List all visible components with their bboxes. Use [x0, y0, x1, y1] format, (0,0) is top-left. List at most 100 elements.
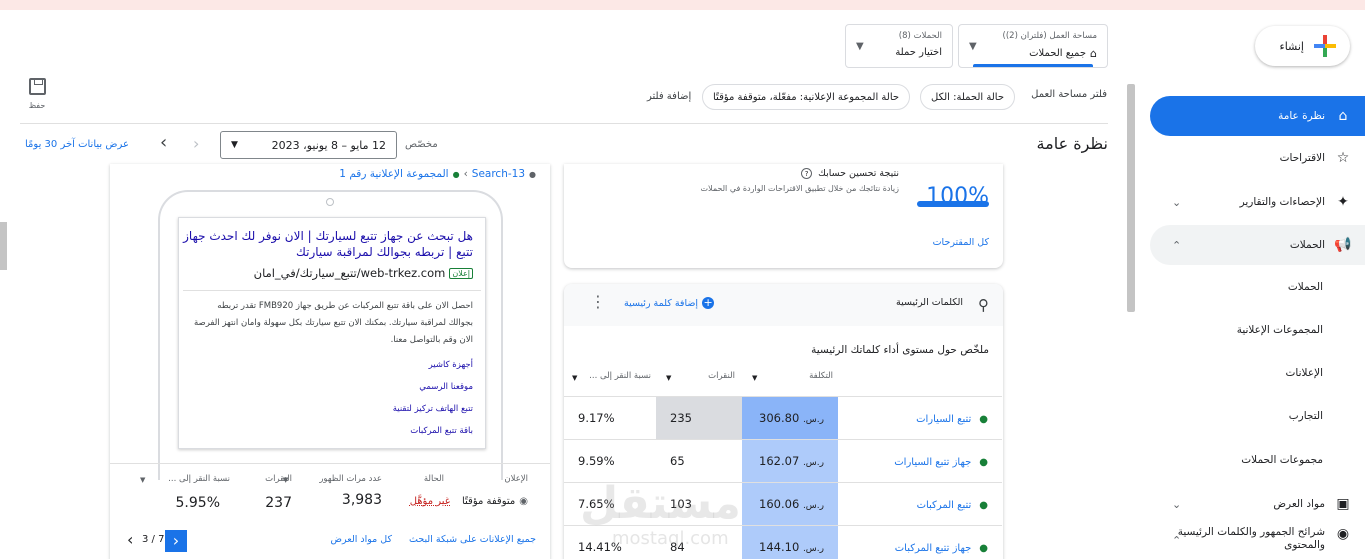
alert-banner: [0, 0, 1365, 10]
sidebar-item-campaigns[interactable]: 📢 الحملات ⌃: [1150, 225, 1365, 265]
divider: [183, 290, 481, 291]
clicks-value: 237: [265, 495, 292, 511]
date-range-picker[interactable]: 12 مايو – 8 يونيو، 2023 ▼: [220, 131, 397, 159]
save-icon: [28, 78, 46, 95]
adgroup-status-chip[interactable]: حالة المجموعة الإعلانية: مفعّلة، متوقفة …: [702, 84, 911, 110]
sitelink[interactable]: تتبع الهاتف تركيز لتقنية: [393, 398, 473, 420]
cost-cell: ر.س. 306.80: [742, 396, 838, 440]
breadcrumb-separator-icon: ›: [463, 168, 468, 180]
all-recommendations-link[interactable]: كل المقترحات: [933, 237, 989, 248]
breadcrumb-adgroup[interactable]: المجموعة الإعلانية رقم 1: [339, 168, 448, 180]
optimization-score-card: 100% نتيجة تحسين حسابك ? زيادة نتائجك من…: [564, 164, 1003, 268]
sidebar-item-assets[interactable]: ▣ مواد العرض ⌄: [1150, 484, 1365, 524]
breadcrumb-campaign[interactable]: Search-13: [472, 168, 525, 180]
keyword-link[interactable]: جهاز تتبع المركبات: [895, 543, 972, 554]
sidebar-item-label: الإحصاءات والتقارير: [1239, 196, 1325, 208]
ad-headline[interactable]: هل تبحث عن جهاز تتبع لسيارتك | الان نوفر…: [183, 228, 473, 260]
sort-desc-icon[interactable]: ▼: [752, 374, 757, 382]
table-row: 9.59% 65 ر.س. 162.07 ● جهاز تتبع السيارات: [564, 439, 1002, 483]
sidebar-subitem-experiments[interactable]: التجارب: [1289, 410, 1323, 422]
col-impressions: عدد مرات الظهور: [319, 474, 382, 484]
workspace-label: مساحة العمل (فلتران (2)): [1002, 31, 1097, 41]
sidebar-item-label: مواد العرض: [1273, 498, 1325, 510]
phone-camera: [326, 198, 334, 206]
col-ctr[interactable]: نسبة النقر إلى ...: [168, 474, 230, 484]
sidebar-item-label: الاقتراحات: [1279, 152, 1325, 164]
sidebar-subitem-campaign-groups[interactable]: مجموعات الحملات: [1241, 454, 1323, 466]
audience-icon: ◉: [1336, 526, 1350, 542]
next-period-icon[interactable]: ›: [193, 134, 199, 153]
ad-badge: إعلان: [449, 267, 473, 279]
pager-text: 3 / 7: [142, 534, 165, 545]
keyword-link[interactable]: تتبع المركبات: [917, 500, 972, 511]
sitelink[interactable]: موقعنا الرسمي: [393, 376, 473, 398]
keyword-cell: ● جهاز تتبع السيارات: [838, 439, 1002, 483]
sidebar-item-recommendations[interactable]: ☆ الاقتراحات: [1280, 138, 1365, 178]
help-icon[interactable]: ?: [801, 168, 813, 179]
col-ctr[interactable]: نسبة النقر إلى ...: [589, 371, 651, 381]
all-search-ads-link[interactable]: جميع الإعلانات على شبكة البحث: [409, 534, 536, 545]
keyword-cell: ● تتبع السيارات: [838, 396, 1002, 440]
opt-title: نتيجة تحسين حسابك: [818, 168, 899, 179]
sort-icon[interactable]: ▼: [666, 374, 671, 382]
scrollbar[interactable]: [1127, 84, 1135, 312]
sort-icon[interactable]: ▼: [572, 374, 577, 382]
assets-icon: ▣: [1336, 496, 1350, 512]
ad-preview-card: ● Search-13 › ● المجموعة الإعلانية رقم 1…: [110, 164, 550, 559]
sitelink[interactable]: باقة تتبع المركبات: [393, 420, 473, 442]
sidebar-item-overview[interactable]: ⌂ نظرة عامة: [1150, 96, 1365, 136]
sidebar: ⌂ نظرة عامة ☆ الاقتراحات ✦ الإحصاءات وال…: [1140, 84, 1365, 559]
more-options-icon[interactable]: ⋮: [590, 294, 606, 310]
impressions-value: 3,983: [341, 492, 382, 508]
keywords-title: الكلمات الرئيسية: [896, 297, 963, 308]
create-label: إنشاء: [1279, 39, 1304, 53]
scrollbar[interactable]: [0, 222, 7, 270]
sitelink[interactable]: أجهزة كاشير: [393, 354, 473, 376]
chevron-up-icon: ⌃: [1172, 238, 1182, 252]
cost-cell: ر.س. 144.10: [742, 525, 838, 559]
keyword-link[interactable]: تتبع السيارات: [916, 414, 971, 425]
col-cost[interactable]: التكلفة: [809, 371, 833, 381]
filter-label: فلتر مساحة العمل: [1031, 89, 1107, 100]
prev-ad-icon[interactable]: ‹: [127, 530, 133, 549]
ad-description: احصل الان على باقة تتبع المركبات عن طريق…: [193, 301, 473, 345]
keywords-chart-icon: ⚲: [978, 296, 989, 314]
chevron-down-icon: ⌄: [1172, 497, 1182, 511]
sort-icon[interactable]: ▼: [140, 476, 145, 484]
add-keyword-button[interactable]: + إضافة كلمة رئيسية: [624, 296, 715, 309]
table-row: 9.17% 235 ر.س. 306.80 ● تتبع السيارات: [564, 396, 1002, 440]
keyword-link[interactable]: جهاز تتبع السيارات: [894, 457, 971, 468]
campaign-dropdown[interactable]: الحملات (8) اختيار حملة ▼: [845, 24, 953, 68]
workspace-dropdown[interactable]: مساحة العمل (فلتران (2)) ⌂ جميع الحملات …: [958, 24, 1108, 68]
sidebar-item-label: شرائح الجمهور والكلمات الرئيسية والمحتوى: [1177, 526, 1325, 551]
enabled-status-icon: ●: [979, 500, 988, 511]
save-button[interactable]: حفظ: [22, 78, 52, 110]
cost-cell: ر.س. 160.06: [742, 482, 838, 526]
create-button[interactable]: إنشاء: [1255, 26, 1350, 66]
sidebar-subitem-ads[interactable]: الإعلانات: [1286, 367, 1323, 379]
sort-icon[interactable]: ▼: [283, 476, 288, 484]
col-clicks[interactable]: النقرات: [708, 371, 735, 381]
enabled-status-icon: ●: [979, 543, 988, 555]
add-filter-link[interactable]: إضافة فلتر: [647, 91, 691, 102]
clicks-cell: 235: [656, 396, 742, 440]
add-icon: +: [702, 296, 715, 309]
chevron-up-icon: ⌃: [1172, 534, 1182, 547]
divider: [20, 123, 1108, 124]
next-ad-button[interactable]: ›: [165, 530, 187, 552]
chevron-down-icon: ⌄: [1172, 195, 1182, 209]
sidebar-subitem-campaigns[interactable]: الحملات: [1288, 281, 1323, 293]
keyword-cell: ● تتبع المركبات: [838, 482, 1002, 526]
previous-period-icon[interactable]: ‹: [160, 132, 167, 153]
active-underline: [973, 64, 1093, 67]
sidebar-subitem-adgroups[interactable]: المجموعات الإعلانية: [1237, 324, 1323, 336]
campaign-status-chip[interactable]: حالة الحملة: الكل: [920, 84, 1016, 110]
all-assets-link[interactable]: كل مواد العرض: [331, 534, 392, 545]
enabled-status-icon: ●: [979, 414, 988, 425]
sidebar-item-audiences[interactable]: ◉ شرائح الجمهور والكلمات الرئيسية والمحت…: [1150, 526, 1365, 559]
campaign-select-value: اختيار حملة: [895, 47, 942, 58]
plus-icon: [1314, 35, 1336, 57]
eligibility-status[interactable]: غير مؤهَّل: [410, 496, 450, 507]
sidebar-item-insights[interactable]: ✦ الإحصاءات والتقارير ⌄: [1150, 182, 1365, 222]
last-30-days-link[interactable]: عرض بيانات آخر 30 يومًا: [25, 139, 129, 150]
